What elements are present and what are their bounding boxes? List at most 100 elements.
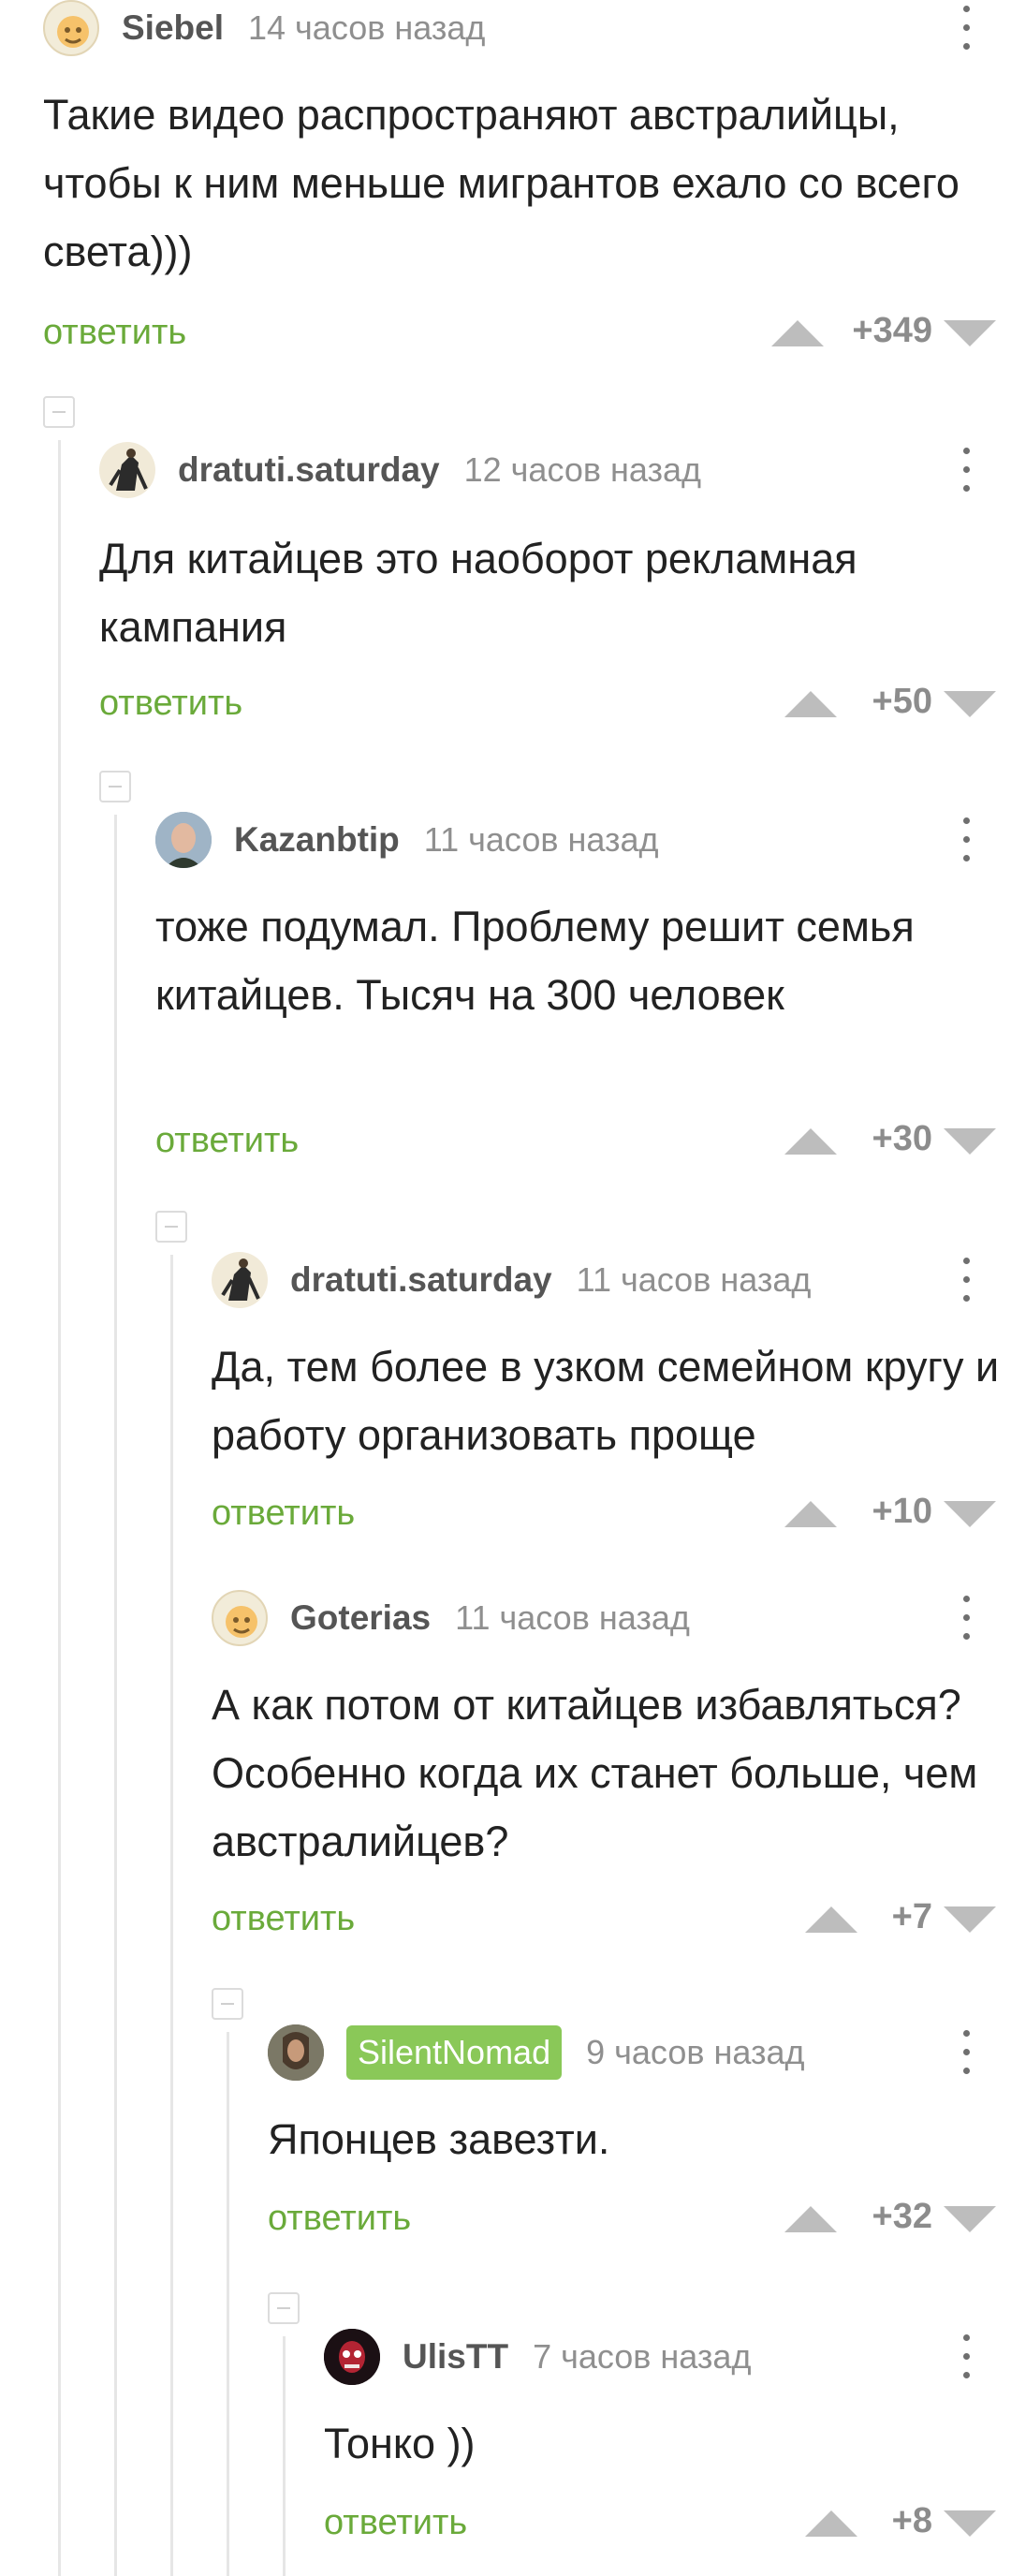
avatar-image xyxy=(268,2024,324,2081)
thread-line-level-2 xyxy=(114,815,117,2576)
username[interactable]: SilentNomad xyxy=(346,2025,563,2080)
thread-line-level-4 xyxy=(227,2032,229,2576)
avatar-image xyxy=(155,812,212,868)
reply-link[interactable]: ответить xyxy=(268,2199,411,2239)
thread-line-level-5 xyxy=(283,2336,286,2576)
rating: +30 xyxy=(872,1119,932,1158)
more-vertical-icon[interactable] xyxy=(960,2028,972,2077)
downvote-arrow-icon[interactable] xyxy=(944,320,996,346)
comment-text: Да, тем более в узком семейном кругу и р… xyxy=(212,1343,1000,1459)
comment-header: dratuti.saturday 12 часов назад xyxy=(99,442,1011,498)
avatar[interactable] xyxy=(324,2329,380,2385)
comment: UlisTT 7 часов назад Тонко )) ответить +… xyxy=(324,2329,1011,2576)
avatar-image xyxy=(57,16,89,48)
more-vertical-icon[interactable] xyxy=(960,4,972,52)
comment-header: Goterias 11 часов назад xyxy=(212,1590,1011,1646)
reply-link[interactable]: ответить xyxy=(324,2503,467,2543)
downvote-arrow-icon[interactable] xyxy=(944,691,996,717)
comment-footer: ответить +349 xyxy=(43,305,1011,361)
username[interactable]: dratuti.saturday xyxy=(178,450,440,490)
collapse-thread-icon[interactable] xyxy=(155,1211,187,1243)
comment-header: Siebel 14 часов назад xyxy=(43,0,1011,56)
upvote-arrow-icon[interactable] xyxy=(771,320,824,346)
comment-text: Для китайцев это наоборот рекламная камп… xyxy=(99,535,857,651)
thread-line-level-3 xyxy=(170,1255,173,2576)
comment-header: SilentNomad 9 часов назад xyxy=(268,2024,1011,2081)
reply-link[interactable]: ответить xyxy=(212,1899,355,1939)
upvote-arrow-icon[interactable] xyxy=(805,2510,857,2537)
comment-text: Японцев завезти. xyxy=(268,2115,610,2163)
timestamp[interactable]: 7 часов назад xyxy=(533,2337,751,2377)
timestamp[interactable]: 14 часов назад xyxy=(248,8,485,48)
comment-header: dratuti.saturday 11 часов назад xyxy=(212,1252,1011,1308)
comment-footer: ответить +10 xyxy=(212,1486,1011,1542)
avatar-image xyxy=(226,1606,257,1638)
rating: +32 xyxy=(872,2197,932,2236)
rating: +7 xyxy=(891,1897,932,1936)
thread-line-level-1 xyxy=(58,440,61,2576)
upvote-arrow-icon[interactable] xyxy=(784,1128,837,1155)
downvote-arrow-icon[interactable] xyxy=(944,1906,996,1933)
comment-text: А как потом от китайцев избавляться? Осо… xyxy=(212,1681,978,1865)
downvote-arrow-icon[interactable] xyxy=(944,2510,996,2537)
more-vertical-icon[interactable] xyxy=(960,1594,972,1642)
more-vertical-icon[interactable] xyxy=(960,1256,972,1304)
timestamp[interactable]: 11 часов назад xyxy=(577,1260,812,1300)
reply-link[interactable]: ответить xyxy=(43,313,186,353)
comment: Goterias 11 часов назад А как потом от к… xyxy=(212,1590,1011,1974)
comment: Kazanbtip 11 часов назад тоже подумал. П… xyxy=(155,812,1011,1196)
comment: Siebel 14 часов назад Такие видео распро… xyxy=(43,0,1011,365)
username[interactable]: Goterias xyxy=(290,1598,431,1638)
timestamp[interactable]: 9 часов назад xyxy=(586,2033,804,2072)
more-vertical-icon[interactable] xyxy=(960,2333,972,2381)
reply-link[interactable]: ответить xyxy=(212,1494,355,1534)
rating: +349 xyxy=(852,311,932,350)
reply-link[interactable]: ответить xyxy=(155,1121,299,1161)
avatar[interactable] xyxy=(212,1252,268,1308)
downvote-arrow-icon[interactable] xyxy=(944,1501,996,1527)
timestamp[interactable]: 12 часов назад xyxy=(464,450,701,490)
downvote-arrow-icon[interactable] xyxy=(944,1128,996,1155)
comment-text: тоже подумал. Проблему решит семья китай… xyxy=(155,903,915,1019)
comment-text: Тонко )) xyxy=(324,2420,476,2467)
avatar[interactable] xyxy=(155,812,212,868)
avatar[interactable] xyxy=(99,442,155,498)
upvote-arrow-icon[interactable] xyxy=(805,1906,857,1933)
avatar[interactable] xyxy=(212,1590,268,1646)
rating: +8 xyxy=(891,2501,932,2540)
avatar-image xyxy=(109,449,148,491)
collapse-thread-icon[interactable] xyxy=(99,771,131,802)
timestamp[interactable]: 11 часов назад xyxy=(424,820,659,860)
collapse-thread-icon[interactable] xyxy=(212,1988,243,2020)
comment-footer: ответить +7 xyxy=(212,1892,1011,1948)
more-vertical-icon[interactable] xyxy=(960,446,972,494)
avatar-image xyxy=(221,1259,260,1301)
username[interactable]: Siebel xyxy=(122,8,224,48)
username[interactable]: dratuti.saturday xyxy=(290,1260,552,1300)
comment: dratuti.saturday 11 часов назад Да, тем … xyxy=(212,1252,1011,1552)
comment-text: Такие видео распространяют австралийцы, … xyxy=(43,91,960,275)
collapse-thread-icon[interactable] xyxy=(268,2292,300,2324)
downvote-arrow-icon[interactable] xyxy=(944,2206,996,2232)
upvote-arrow-icon[interactable] xyxy=(784,2206,837,2232)
comment-footer: ответить +32 xyxy=(268,2191,1011,2247)
reply-link[interactable]: ответить xyxy=(99,684,242,724)
upvote-arrow-icon[interactable] xyxy=(784,1501,837,1527)
comment-footer: ответить +8 xyxy=(324,2495,1011,2552)
username[interactable]: Kazanbtip xyxy=(234,820,400,860)
comment: SilentNomad 9 часов назад Японцев завезт… xyxy=(268,2024,1011,2277)
comment-header: UlisTT 7 часов назад xyxy=(324,2329,1011,2385)
timestamp[interactable]: 11 часов назад xyxy=(455,1598,690,1638)
rating: +50 xyxy=(872,682,932,721)
more-vertical-icon[interactable] xyxy=(960,816,972,864)
rating: +10 xyxy=(872,1492,932,1531)
collapse-thread-icon[interactable] xyxy=(43,396,75,428)
upvote-arrow-icon[interactable] xyxy=(784,691,837,717)
username[interactable]: UlisTT xyxy=(403,2337,508,2377)
comment: dratuti.saturday 12 часов назад Для кита… xyxy=(99,442,1011,760)
comment-footer: ответить +50 xyxy=(99,676,1011,732)
avatar-image xyxy=(324,2329,380,2385)
avatar[interactable] xyxy=(43,0,99,56)
comment-header: Kazanbtip 11 часов назад xyxy=(155,812,1011,868)
avatar[interactable] xyxy=(268,2024,324,2081)
